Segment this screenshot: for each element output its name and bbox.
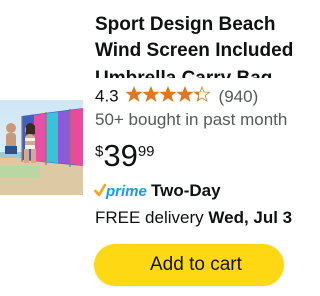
product-photo [0, 100, 83, 195]
product-image[interactable] [0, 100, 83, 195]
rating-value: 4.3 [95, 86, 119, 106]
price-fraction: 99 [137, 143, 155, 160]
review-count-link[interactable]: (940) [219, 87, 259, 106]
price-symbol: $ [95, 143, 104, 160]
delivery-date: Wed, Jul 3 [208, 208, 293, 227]
price[interactable]: $3999 [95, 138, 155, 174]
product-title[interactable]: Sport Design Beach Wind Screen Included … [95, 12, 295, 78]
delivery-info: FREE delivery Wed, Jul 3 [95, 208, 292, 228]
star-icon [126, 86, 211, 102]
product-title-line: Wind Screen Included [95, 40, 294, 61]
price-whole: 39 [103, 138, 138, 173]
product-title-line: Umbrella Carry Bag [95, 66, 295, 78]
delivery-prefix: FREE delivery [95, 208, 209, 227]
prime-days: Two-Day [151, 181, 221, 200]
star-rating[interactable] [126, 86, 211, 107]
product-title-line: Sport Design Beach [95, 14, 276, 35]
prime-logo-text: prime [105, 183, 147, 200]
rating-row[interactable]: 4.3 (940) [95, 86, 258, 108]
bought-in-past-month: 50+ bought in past month [95, 110, 288, 129]
prime-check-icon: prime [94, 183, 147, 200]
product-card: Sport Design Beach Wind Screen Included … [0, 0, 293, 296]
add-to-cart-button[interactable]: Add to cart [94, 244, 284, 286]
prime-badge: prime Two-Day [94, 181, 221, 203]
